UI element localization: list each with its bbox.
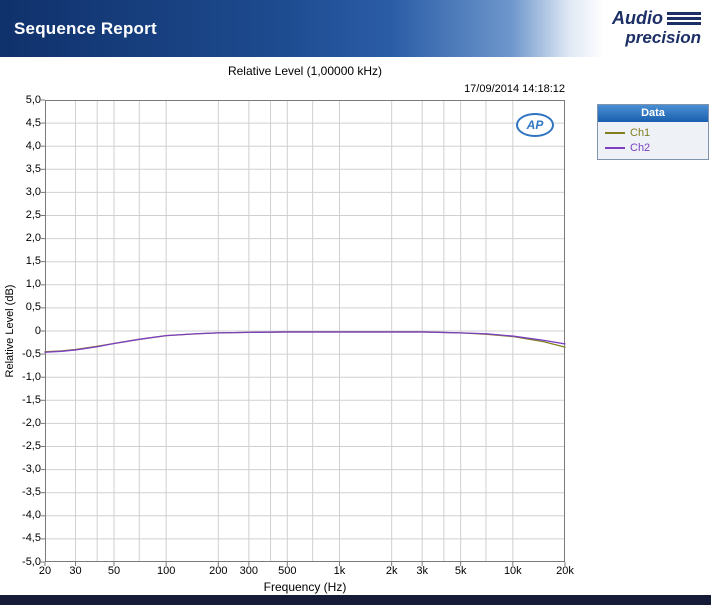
y-tick-label: 4,0	[25, 139, 41, 152]
audio-precision-logo: Audio precision	[612, 9, 701, 46]
y-tick-label: -1,5	[22, 393, 41, 406]
legend-label: Ch1	[630, 126, 651, 139]
timestamp: 17/09/2014 14:18:12	[464, 83, 565, 95]
sequence-report-page: Sequence Report Audio precision Relative…	[0, 0, 711, 605]
page-title: Sequence Report	[14, 18, 157, 38]
legend-rows: Ch1 Ch2	[598, 122, 708, 159]
legend-item-ch1: Ch1	[598, 125, 708, 140]
y-tick-label: -4,5	[22, 532, 41, 545]
x-tick-label: 50	[107, 565, 121, 577]
x-tick-label: 10k	[503, 565, 522, 577]
logo-row: Audio	[612, 9, 701, 27]
y-tick-label: -2,0	[22, 416, 41, 429]
x-tick-label: 1k	[333, 565, 346, 577]
chart-title: Relative Level (1,00000 kHz)	[227, 64, 383, 78]
legend-header: Data	[598, 105, 708, 122]
x-axis-title: Frequency (Hz)	[263, 580, 347, 594]
plot-area	[41, 99, 566, 566]
y-tick-label: -3,0	[22, 463, 41, 476]
y-tick-label: 2,5	[25, 209, 41, 221]
y-tick-label: -4,0	[22, 509, 41, 522]
legend-item-ch2: Ch2	[598, 140, 708, 155]
x-tick-label: 100	[156, 565, 176, 577]
x-tick-label: 5k	[454, 565, 467, 577]
logo-bars-icon	[667, 11, 701, 25]
ap-watermark-icon: AP	[516, 113, 554, 137]
x-tick-label: 20k	[556, 565, 574, 577]
x-tick-label: 500	[278, 565, 297, 577]
footer-bar	[0, 595, 711, 605]
x-tick-label: 30	[69, 565, 82, 577]
legend-label: Ch2	[630, 141, 651, 154]
logo-text-audio: Audio	[612, 8, 663, 28]
header-banner: Sequence Report Audio precision	[0, 0, 711, 57]
y-tick-label: 3,0	[25, 185, 41, 198]
logo-text-precision: precision	[625, 28, 701, 47]
legend: Data Ch1 Ch2	[597, 104, 709, 160]
y-tick-label: 4,5	[25, 116, 41, 129]
y-tick-label: -2,5	[22, 440, 41, 452]
legend-line-swatch	[605, 131, 625, 134]
y-tick-label: 2,0	[25, 232, 41, 245]
y-tick-label: -3,5	[22, 486, 41, 499]
y-tick-label: 3,5	[25, 162, 41, 175]
x-tick-label: 3k	[416, 565, 428, 577]
y-tick-label: 5,0	[25, 93, 41, 106]
y-axis-title: Relative Level (dB)	[4, 284, 16, 378]
x-tick-label: 300	[239, 565, 259, 577]
y-tick-label: 1,5	[25, 255, 41, 268]
legend-line-swatch	[605, 146, 625, 149]
